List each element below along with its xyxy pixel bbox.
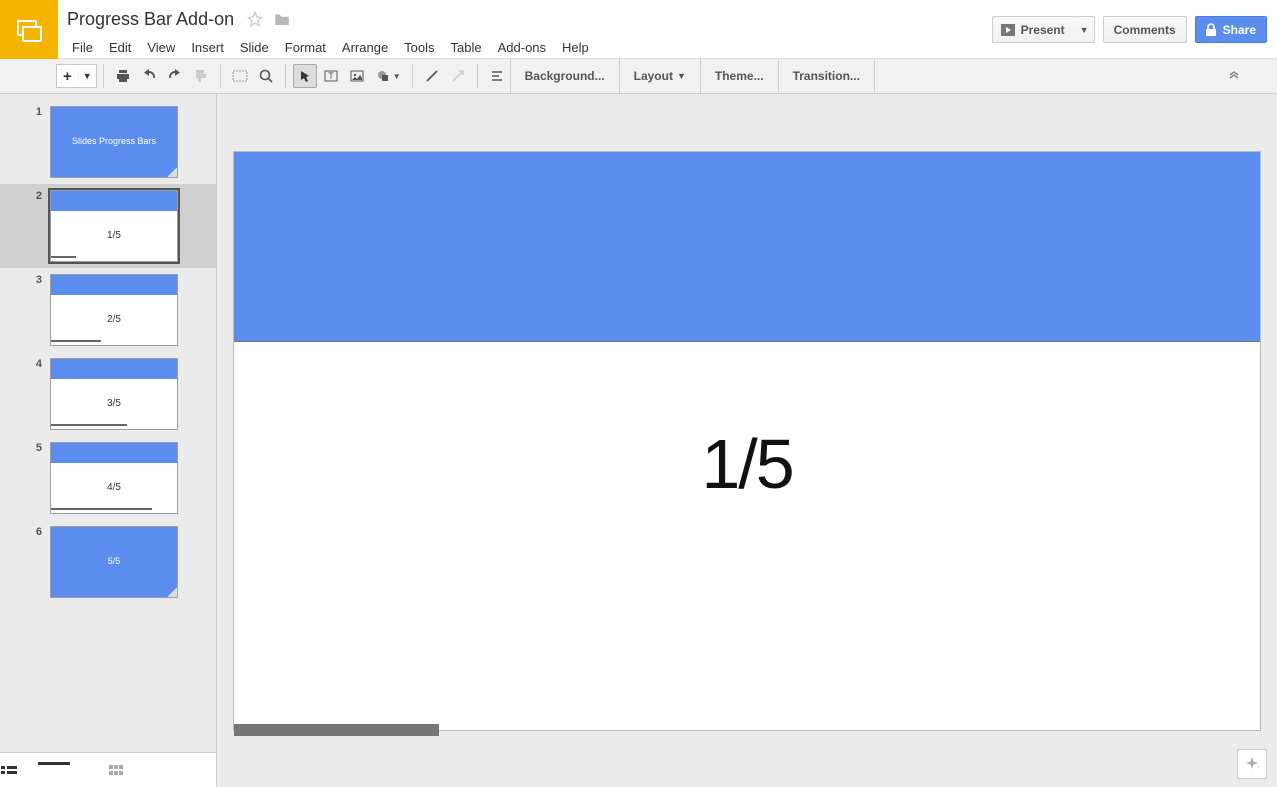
share-label: Share bbox=[1223, 23, 1256, 37]
layout-button[interactable]: Layout▼ bbox=[619, 59, 700, 94]
thumbnail-number: 5 bbox=[0, 442, 50, 514]
slide-header-shape[interactable] bbox=[234, 152, 1260, 342]
menu-file[interactable]: File bbox=[64, 36, 101, 59]
filmstrip-view-button[interactable] bbox=[0, 763, 108, 777]
shape-tool[interactable]: ▼ bbox=[371, 64, 405, 88]
thumbnail-number: 6 bbox=[0, 526, 50, 598]
chevron-down-icon: ▼ bbox=[78, 71, 96, 81]
thumbnail-preview[interactable]: Slides Progress Bars bbox=[50, 106, 178, 178]
thumbnail-text: 3/5 bbox=[51, 398, 177, 409]
slide-thumbnail[interactable]: 43/5 bbox=[0, 352, 216, 436]
thumbnail-text: 2/5 bbox=[51, 314, 177, 325]
view-switcher bbox=[0, 752, 216, 787]
toolbar: + ▼ T ▼ Background... bbox=[0, 59, 1277, 94]
align-button[interactable] bbox=[485, 64, 509, 88]
slide-thumbnail[interactable]: 32/5 bbox=[0, 268, 216, 352]
transition-button[interactable]: Transition... bbox=[778, 59, 875, 94]
chevron-down-icon: ▼ bbox=[677, 71, 686, 81]
chevron-down-icon: ▼ bbox=[393, 72, 401, 81]
thumbnail-text: 1/5 bbox=[51, 230, 177, 241]
new-slide-button[interactable]: + ▼ bbox=[56, 64, 97, 88]
menu-tools[interactable]: Tools bbox=[396, 36, 442, 59]
present-button[interactable]: Present bbox=[992, 16, 1076, 43]
app-logo[interactable] bbox=[0, 0, 58, 59]
chevron-down-icon: ▼ bbox=[1080, 25, 1089, 35]
thumbnail-preview[interactable]: 5/5 bbox=[50, 526, 178, 598]
main-area: 1Slides Progress Bars21/532/543/554/565/… bbox=[0, 94, 1277, 787]
current-slide[interactable]: 1/5 bbox=[234, 152, 1260, 730]
menu-bar: File Edit View Insert Slide Format Arran… bbox=[64, 34, 597, 60]
thumbnail-number: 2 bbox=[0, 190, 50, 262]
share-button[interactable]: Share bbox=[1195, 16, 1267, 43]
collapse-toolbar-button[interactable] bbox=[1227, 69, 1261, 83]
menu-edit[interactable]: Edit bbox=[101, 36, 139, 59]
menu-addons[interactable]: Add-ons bbox=[490, 36, 554, 59]
thumbnail-preview[interactable]: 3/5 bbox=[50, 358, 178, 430]
slides-icon bbox=[16, 17, 42, 43]
menu-insert[interactable]: Insert bbox=[183, 36, 232, 59]
slide-thumbnail[interactable]: 65/5 bbox=[0, 520, 216, 604]
plus-icon: + bbox=[57, 68, 78, 85]
paint-format-button[interactable] bbox=[189, 64, 213, 88]
thumbnail-number: 4 bbox=[0, 358, 50, 430]
comments-label: Comments bbox=[1114, 23, 1176, 37]
document-title[interactable]: Progress Bar Add-on bbox=[64, 8, 237, 31]
star-icon[interactable] bbox=[247, 11, 263, 27]
thumbnail-text: Slides Progress Bars bbox=[51, 136, 177, 146]
menu-help[interactable]: Help bbox=[554, 36, 597, 59]
present-label: Present bbox=[1021, 23, 1065, 37]
menu-view[interactable]: View bbox=[139, 36, 183, 59]
play-icon bbox=[1001, 24, 1015, 36]
explore-button[interactable] bbox=[1237, 749, 1267, 779]
menu-slide[interactable]: Slide bbox=[232, 36, 277, 59]
slide-thumbnail[interactable]: 54/5 bbox=[0, 436, 216, 520]
present-dropdown[interactable]: ▼ bbox=[1075, 16, 1095, 43]
menu-arrange[interactable]: Arrange bbox=[334, 36, 396, 59]
canvas[interactable]: 1/5 bbox=[217, 94, 1277, 787]
line-tool[interactable] bbox=[420, 64, 444, 88]
image-tool[interactable] bbox=[345, 64, 369, 88]
comments-button[interactable]: Comments bbox=[1103, 16, 1187, 43]
textbox-tool[interactable]: T bbox=[319, 64, 343, 88]
thumbnail-number: 3 bbox=[0, 274, 50, 346]
redo-button[interactable] bbox=[163, 64, 187, 88]
svg-text:T: T bbox=[328, 71, 334, 81]
slide-thumbnail[interactable]: 1Slides Progress Bars bbox=[0, 100, 216, 184]
undo-button[interactable] bbox=[137, 64, 161, 88]
app-header: Progress Bar Add-on File Edit View Inser… bbox=[0, 0, 1277, 59]
header-right: Present ▼ Comments Share bbox=[992, 0, 1277, 59]
menu-format[interactable]: Format bbox=[277, 36, 334, 59]
grid-view-button[interactable] bbox=[108, 763, 216, 777]
select-tool[interactable] bbox=[293, 64, 317, 88]
thumbnail-text: 4/5 bbox=[51, 482, 177, 493]
folder-icon[interactable] bbox=[273, 11, 291, 27]
background-button[interactable]: Background... bbox=[510, 59, 619, 94]
thumbnail-number: 1 bbox=[0, 106, 50, 178]
arrow-tool[interactable] bbox=[446, 64, 470, 88]
slide-text[interactable]: 1/5 bbox=[701, 424, 792, 504]
lock-icon bbox=[1204, 23, 1218, 37]
thumbnail-preview[interactable]: 4/5 bbox=[50, 442, 178, 514]
thumbnail-preview[interactable]: 2/5 bbox=[50, 274, 178, 346]
fit-button[interactable] bbox=[228, 64, 252, 88]
slide-panel: 1Slides Progress Bars21/532/543/554/565/… bbox=[0, 94, 217, 787]
slide-thumbnail[interactable]: 21/5 bbox=[0, 184, 216, 268]
thumbnail-text: 5/5 bbox=[51, 556, 177, 566]
thumbnail-preview[interactable]: 1/5 bbox=[50, 190, 178, 262]
menu-table[interactable]: Table bbox=[443, 36, 490, 59]
theme-button[interactable]: Theme... bbox=[700, 59, 778, 94]
title-area: Progress Bar Add-on File Edit View Inser… bbox=[58, 0, 603, 60]
print-button[interactable] bbox=[111, 64, 135, 88]
zoom-button[interactable] bbox=[254, 64, 278, 88]
slide-progress-bar[interactable] bbox=[234, 724, 439, 736]
